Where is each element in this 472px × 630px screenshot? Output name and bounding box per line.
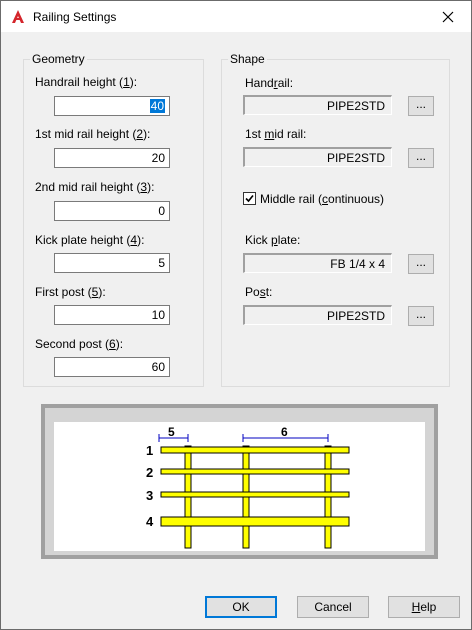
rail-3 — [160, 491, 350, 498]
rail-number-3: 3 — [146, 488, 153, 503]
handrail-browse-button[interactable]: ... — [408, 96, 434, 116]
mid-rail-shape-label: 1st mid rail: — [245, 127, 307, 141]
handrail-shape-label: Handrail: — [245, 76, 294, 90]
rail-4 — [160, 516, 350, 527]
post-browse-button[interactable]: ... — [408, 306, 434, 326]
dim-label-6: 6 — [281, 425, 288, 439]
ok-button[interactable]: OK — [205, 596, 277, 618]
railing-diagram: 5 6 1 2 3 4 — [146, 425, 350, 549]
help-button[interactable]: Help — [388, 596, 460, 618]
handrail-height-label: Handrail height (1): — [35, 75, 138, 89]
second-post-label: Second post (6): — [35, 337, 124, 351]
rail-1 — [160, 446, 350, 454]
second-post-input[interactable]: 60 — [54, 357, 170, 377]
railing-settings-dialog: Railing Settings Geometry Handrail heigh… — [0, 0, 472, 630]
title-bar: Railing Settings — [1, 1, 471, 32]
mid-rail-browse-button[interactable]: ... — [408, 148, 434, 168]
mid-rail-1-height-input[interactable]: 20 — [54, 148, 170, 168]
close-icon — [442, 11, 454, 22]
checkmark-icon — [245, 194, 254, 203]
dim-label-5: 5 — [168, 425, 175, 439]
mid-rail-2-height-input[interactable]: 0 — [54, 201, 170, 221]
window-title: Railing Settings — [33, 10, 117, 24]
handrail-height-input[interactable]: 40 — [54, 96, 170, 116]
first-post-label: First post (5): — [35, 285, 106, 299]
kick-plate-browse-button[interactable]: ... — [408, 254, 434, 274]
mid-rail-2-height-label: 2nd mid rail height (3): — [35, 180, 155, 194]
rail-2 — [160, 468, 350, 475]
mid-rail-shape-field: PIPE2STD — [243, 147, 392, 167]
kick-plate-shape-label: Kick plate: — [245, 233, 301, 247]
rail-number-1: 1 — [146, 443, 153, 458]
rail-number-2: 2 — [146, 465, 153, 480]
railing-preview: 5 6 1 2 3 4 — [54, 422, 425, 551]
mid-rail-1-height-label: 1st mid rail height (2): — [35, 127, 151, 141]
rail-number-4: 4 — [146, 514, 154, 529]
middle-rail-continuous-label: Middle rail (continuous) — [260, 192, 385, 206]
first-post-input[interactable]: 10 — [54, 305, 170, 325]
handrail-shape-field: PIPE2STD — [243, 95, 392, 115]
cancel-button[interactable]: Cancel — [297, 596, 369, 618]
close-button[interactable] — [425, 1, 471, 32]
kick-plate-height-input[interactable]: 5 — [54, 253, 170, 273]
post-shape-field: PIPE2STD — [243, 305, 392, 325]
middle-rail-continuous-checkbox[interactable] — [243, 192, 256, 205]
kick-plate-shape-field: FB 1/4 x 4 — [243, 253, 392, 273]
handrail-height-value: 40 — [149, 99, 165, 113]
autocad-app-icon — [12, 10, 24, 23]
shape-group-label: Shape — [228, 52, 267, 66]
geometry-group-label: Geometry — [30, 52, 87, 66]
post-shape-label: Post: — [245, 285, 273, 299]
kick-plate-height-label: Kick plate height (4): — [35, 233, 145, 247]
